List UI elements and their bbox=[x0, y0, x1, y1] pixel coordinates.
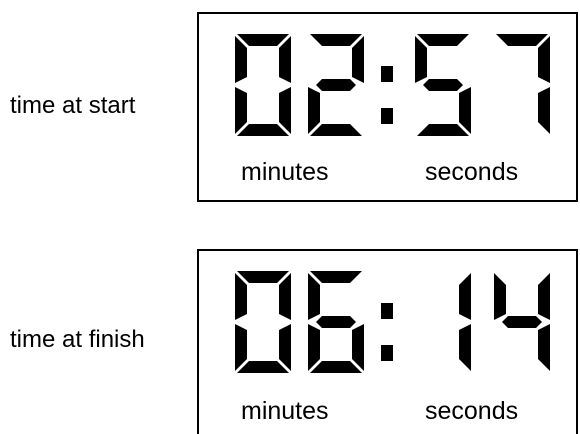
digit-segment-c bbox=[352, 324, 364, 371]
digit-segment-e bbox=[308, 87, 320, 134]
digit-segment-g bbox=[316, 316, 356, 328]
digit-segment-a bbox=[310, 271, 362, 283]
digit-segment-d bbox=[237, 361, 289, 373]
digit-segment-a bbox=[237, 34, 289, 46]
digit-segment-c bbox=[538, 87, 550, 134]
digit-segment-f bbox=[235, 273, 247, 320]
digit-segment-f bbox=[415, 36, 427, 83]
finish-time-display: minutes seconds bbox=[197, 249, 578, 434]
colon-dot bbox=[381, 303, 393, 319]
start-time-digits bbox=[235, 34, 550, 136]
digit-segment-c bbox=[538, 324, 550, 371]
start-time-colon bbox=[381, 66, 393, 124]
digit-segment-c bbox=[279, 87, 291, 134]
colon-dot bbox=[381, 345, 393, 361]
digit-segment-g bbox=[316, 79, 356, 91]
colon-dot bbox=[381, 66, 393, 82]
digit-segment-b bbox=[352, 36, 364, 83]
start-minutes-ones-digit bbox=[308, 34, 364, 136]
digit-segment-g bbox=[423, 79, 463, 91]
digit-segment-f bbox=[235, 36, 247, 83]
finish-time-digits bbox=[235, 271, 550, 373]
digit-segment-e bbox=[235, 324, 247, 371]
start-minutes-unit-label: minutes bbox=[241, 158, 329, 186]
finish-time-colon bbox=[381, 303, 393, 361]
finish-minutes-ones-digit bbox=[308, 271, 364, 373]
digit-segment-c bbox=[459, 324, 471, 371]
digit-segment-f bbox=[308, 273, 320, 320]
digit-segment-a bbox=[496, 34, 548, 46]
finish-seconds-unit-label: seconds bbox=[425, 397, 519, 425]
digit-segment-b bbox=[459, 273, 471, 320]
digit-segment-b bbox=[538, 273, 550, 320]
digit-segment-e bbox=[235, 87, 247, 134]
digit-segment-e bbox=[308, 324, 320, 371]
finish-minutes-tens-digit bbox=[235, 271, 291, 373]
digit-segment-d bbox=[237, 124, 289, 136]
finish-minutes-unit-label: minutes bbox=[241, 397, 329, 425]
digit-segment-b bbox=[279, 36, 291, 83]
digit-segment-d bbox=[417, 124, 469, 136]
digit-segment-a bbox=[417, 34, 469, 46]
digit-segment-d bbox=[310, 124, 362, 136]
time-at-finish-label: time at finish bbox=[10, 326, 145, 353]
colon-dot bbox=[381, 108, 393, 124]
finish-seconds-ones-digit bbox=[494, 273, 550, 371]
digit-segment-b bbox=[279, 273, 291, 320]
start-seconds-tens-digit bbox=[415, 34, 471, 136]
digit-segment-a bbox=[310, 34, 362, 46]
start-time-display: minutes seconds bbox=[197, 12, 578, 202]
digit-segment-a bbox=[237, 271, 289, 283]
digit-segment-c bbox=[279, 324, 291, 371]
digit-segment-f bbox=[494, 273, 506, 320]
finish-seconds-tens-digit bbox=[459, 273, 471, 371]
digit-segment-b bbox=[538, 36, 550, 83]
time-at-start-label: time at start bbox=[10, 92, 136, 119]
digit-segment-g bbox=[502, 316, 542, 328]
start-seconds-unit-label: seconds bbox=[425, 158, 519, 186]
start-seconds-ones-digit bbox=[496, 34, 550, 134]
digit-segment-d bbox=[310, 361, 362, 373]
start-minutes-tens-digit bbox=[235, 34, 291, 136]
digit-segment-c bbox=[459, 87, 471, 134]
